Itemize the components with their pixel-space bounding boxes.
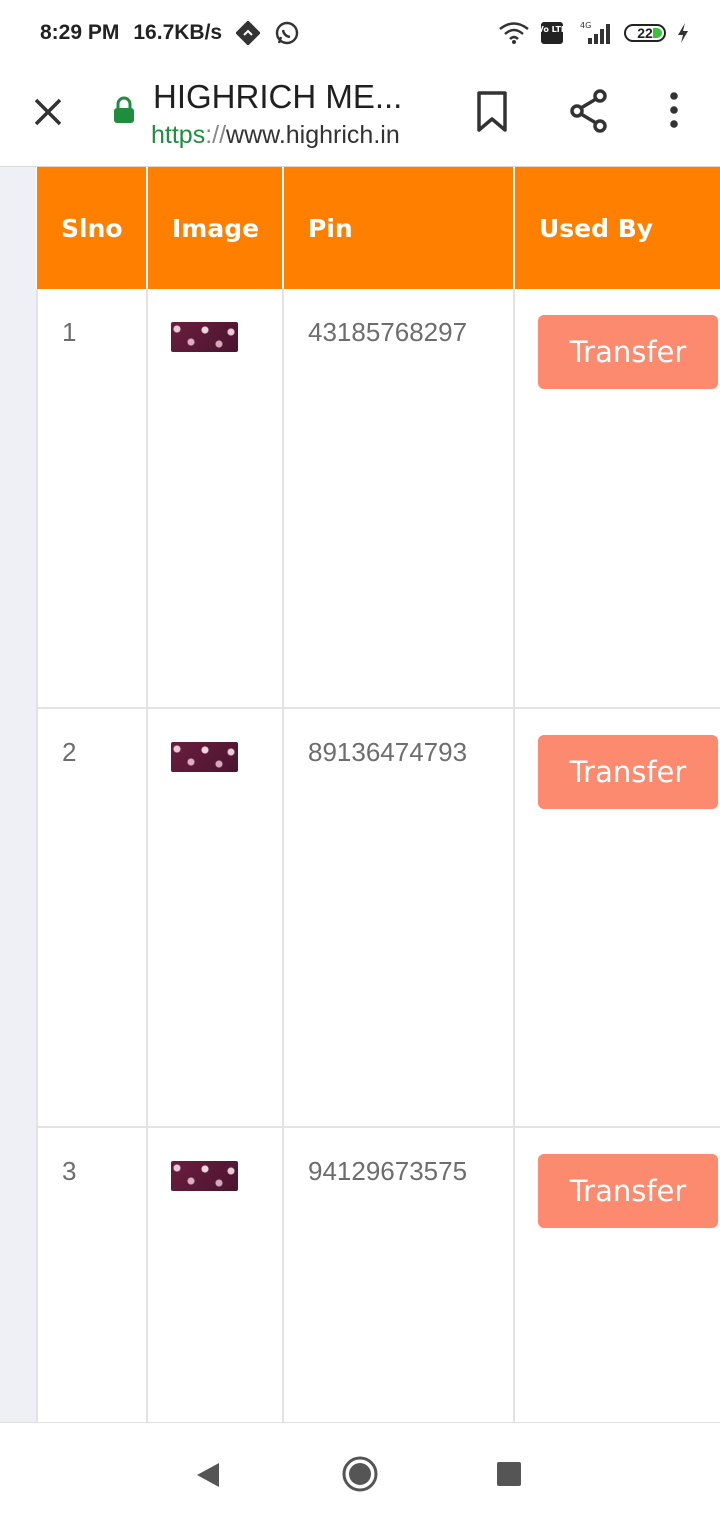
row-used-by-cell: Transfer bbox=[513, 289, 720, 709]
row-image-cell bbox=[146, 289, 284, 709]
pin-thumbnail bbox=[171, 322, 238, 352]
table-row: 2 89136474793 Transfer bbox=[36, 708, 720, 1128]
row-image-cell bbox=[146, 708, 284, 1128]
transfer-button[interactable]: Transfer bbox=[538, 315, 718, 389]
header-image: Image bbox=[147, 167, 284, 289]
pin-thumbnail bbox=[171, 742, 238, 772]
data-saver-icon bbox=[236, 21, 261, 45]
lock-icon bbox=[112, 96, 136, 129]
row-pin: 43185768297 bbox=[282, 289, 515, 709]
header-slno: Slno bbox=[37, 167, 148, 289]
signal-icon: 4G bbox=[574, 20, 614, 46]
close-icon[interactable] bbox=[28, 92, 68, 132]
row-slno: 3 bbox=[36, 1127, 148, 1422]
row-used-by-cell: Transfer bbox=[513, 708, 720, 1128]
bookmark-icon[interactable] bbox=[474, 90, 510, 139]
share-icon[interactable] bbox=[567, 88, 611, 139]
system-nav-bar bbox=[0, 1422, 720, 1521]
back-icon[interactable] bbox=[195, 1461, 221, 1494]
url-host: www.highrich.in bbox=[226, 121, 400, 149]
svg-text:4G: 4G bbox=[580, 21, 591, 30]
page-content: Slno Image Pin Used By 1 43185768297 Tra… bbox=[0, 167, 720, 1422]
svg-text:Vo LTE: Vo LTE bbox=[540, 25, 564, 34]
table-header-row: Slno Image Pin Used By bbox=[37, 167, 720, 289]
row-image-cell bbox=[146, 1127, 284, 1422]
status-speed: 16.7KB/s bbox=[133, 21, 223, 44]
recent-apps-icon[interactable] bbox=[497, 1462, 521, 1486]
url-scheme: https bbox=[151, 121, 206, 149]
row-pin: 89136474793 bbox=[282, 708, 515, 1128]
status-bar: 8:29 PM 16.7KB/s Vo LTE 4G 22 bbox=[0, 0, 720, 66]
row-slno: 1 bbox=[36, 289, 148, 709]
header-used-by: Used By bbox=[514, 167, 720, 289]
browser-toolbar: HIGHRICH ME... https://www.highrich.in bbox=[0, 66, 720, 167]
page-title: HIGHRICH ME... bbox=[153, 78, 403, 115]
wifi-icon bbox=[498, 21, 530, 45]
pin-thumbnail bbox=[171, 1161, 238, 1191]
volte-icon: Vo LTE bbox=[540, 21, 564, 45]
row-slno: 2 bbox=[36, 708, 148, 1128]
charging-icon bbox=[676, 22, 690, 44]
pins-table: Slno Image Pin Used By 1 43185768297 Tra… bbox=[36, 167, 720, 1422]
url-separator: :// bbox=[205, 121, 227, 149]
row-used-by-cell: Transfer bbox=[513, 1127, 720, 1422]
transfer-button[interactable]: Transfer bbox=[538, 735, 718, 809]
pins-table-container: Slno Image Pin Used By 1 43185768297 Tra… bbox=[36, 167, 720, 1422]
whatsapp-icon bbox=[274, 20, 300, 46]
battery-level: 22 bbox=[637, 25, 653, 41]
battery-icon: 22 bbox=[624, 24, 666, 42]
status-time: 8:29 PM bbox=[40, 21, 120, 44]
home-icon[interactable] bbox=[341, 1455, 379, 1498]
table-row: 1 43185768297 Transfer bbox=[36, 289, 720, 709]
row-pin: 94129673575 bbox=[282, 1127, 515, 1422]
url-display[interactable]: https://www.highrich.in bbox=[151, 121, 400, 150]
transfer-button[interactable]: Transfer bbox=[538, 1154, 718, 1228]
more-options-icon[interactable] bbox=[662, 90, 686, 135]
table-row: 3 94129673575 Transfer bbox=[36, 1127, 720, 1422]
header-pin: Pin bbox=[283, 167, 515, 289]
